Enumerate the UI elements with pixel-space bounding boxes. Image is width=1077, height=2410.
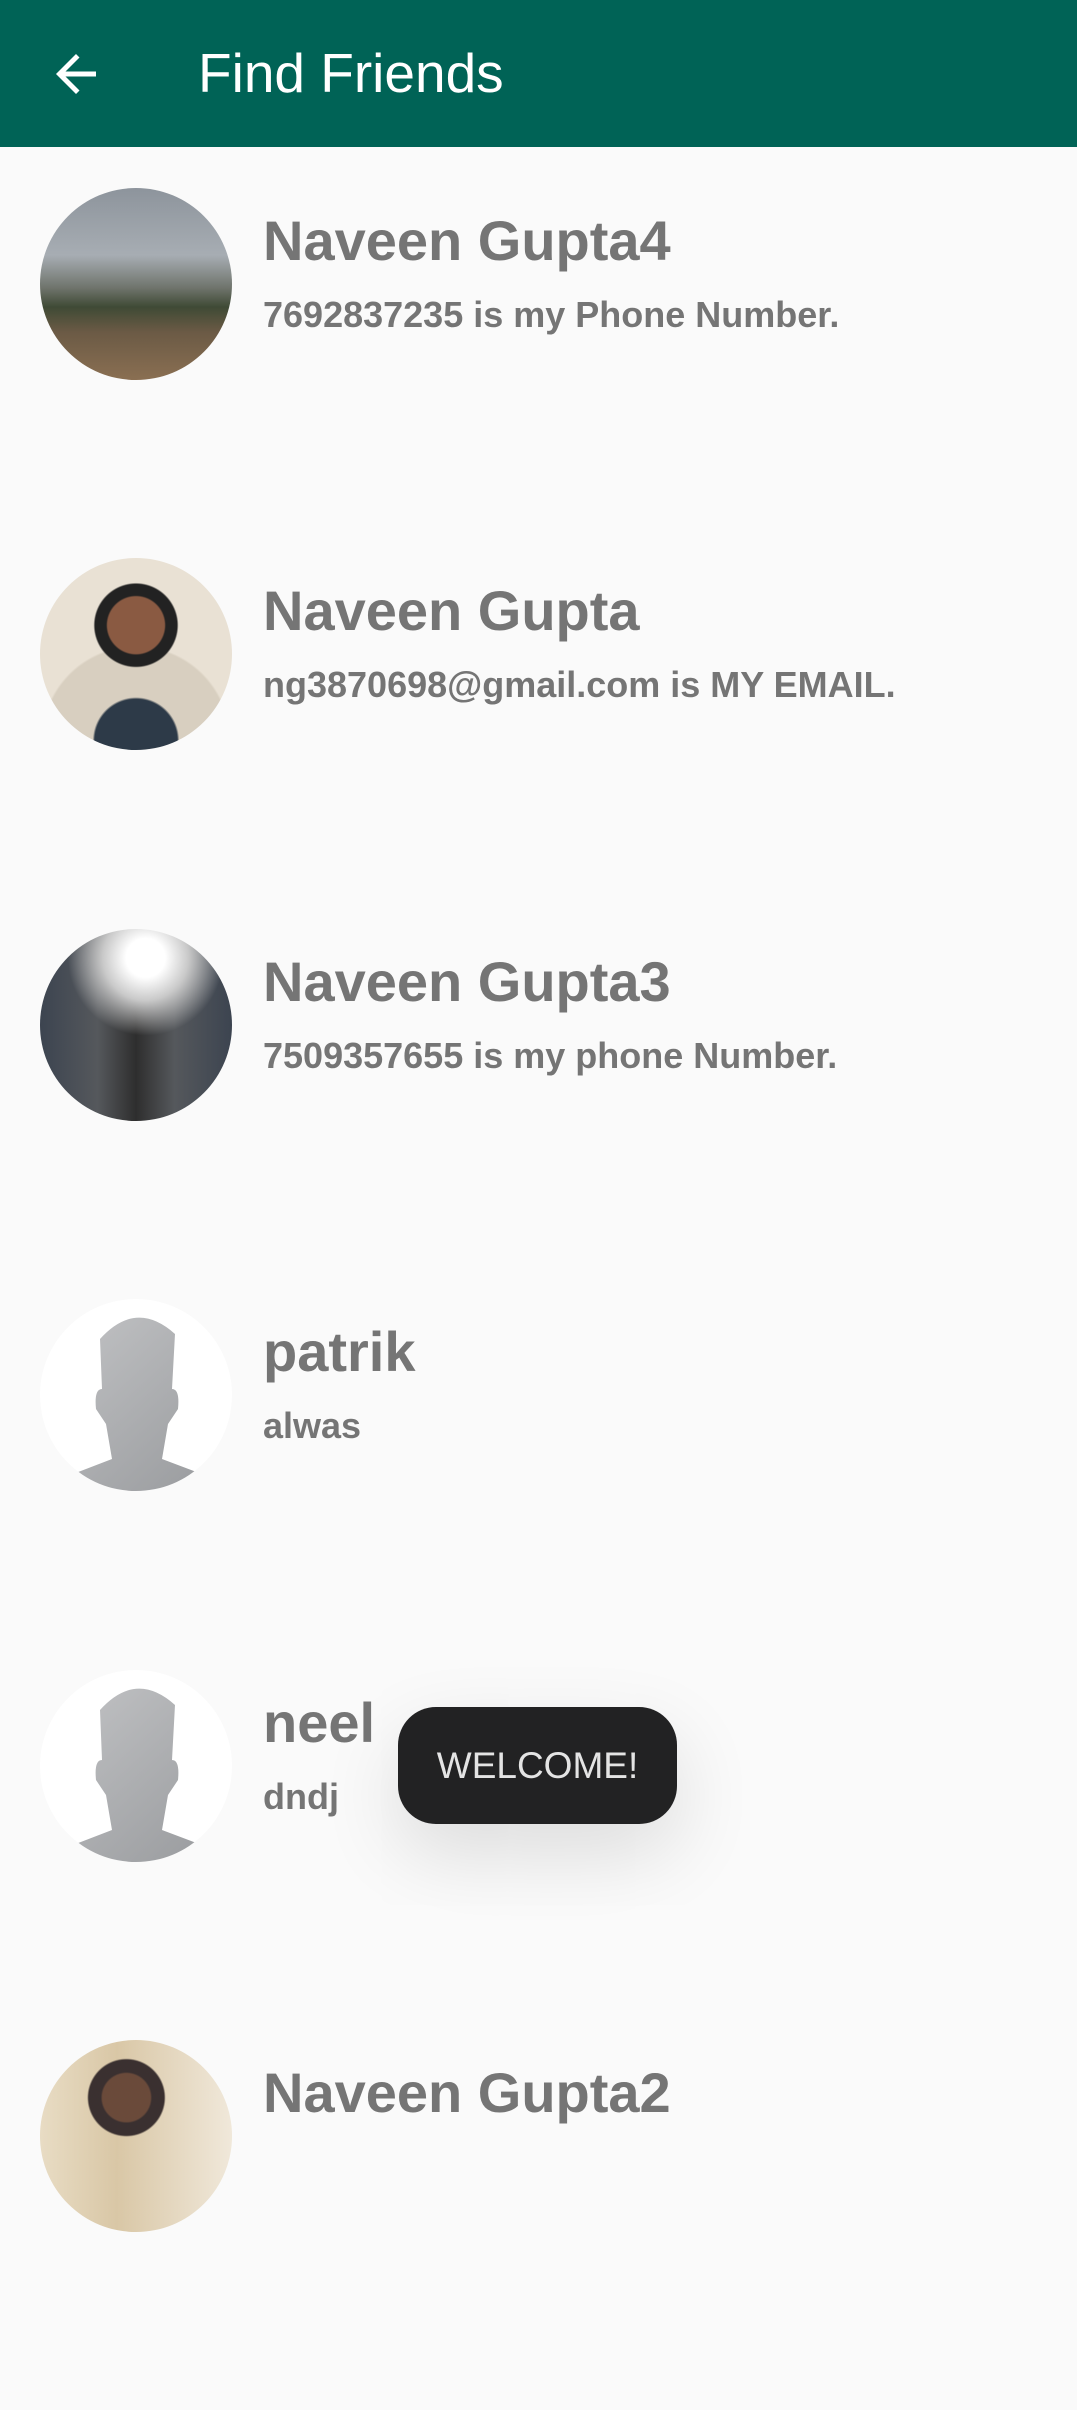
default-profile-icon (40, 1688, 230, 1862)
friend-name: Naveen Gupta3 (263, 950, 671, 1013)
avatar (40, 1299, 232, 1491)
page-title: Find Friends (198, 42, 504, 104)
avatar (40, 2040, 232, 2232)
welcome-toast: WELCOME! (398, 1707, 677, 1824)
avatar (40, 558, 232, 750)
friend-list-item[interactable]: patrik alwas (0, 1299, 1077, 1669)
friend-status: ng3870698@gmail.com is MY EMAIL. (263, 664, 896, 705)
back-button[interactable] (46, 44, 106, 104)
avatar (40, 188, 232, 380)
friend-name: patrik (263, 1320, 416, 1383)
friend-list-item[interactable]: Naveen Gupta2 (0, 2040, 1077, 2410)
friend-name: Naveen Gupta2 (263, 2061, 671, 2124)
friend-name: Naveen Gupta (263, 579, 640, 642)
avatar (40, 1670, 232, 1862)
friend-list-item[interactable]: Naveen Gupta4 7692837235 is my Phone Num… (0, 188, 1077, 558)
friend-list-item[interactable]: Naveen Gupta3 7509357655 is my phone Num… (0, 929, 1077, 1299)
friend-name: neel (263, 1691, 376, 1754)
default-profile-icon (40, 1317, 230, 1491)
friend-status: alwas (263, 1405, 362, 1446)
avatar (40, 929, 232, 1121)
friend-status: 7509357655 is my phone Number. (263, 1035, 838, 1076)
friend-status: dndj (263, 1776, 339, 1817)
app-toolbar: Find Friends (0, 0, 1077, 147)
friend-list-item[interactable]: Naveen Gupta ng3870698@gmail.com is MY E… (0, 558, 1077, 928)
friend-status: 7692837235 is my Phone Number. (263, 294, 840, 335)
friend-name: Naveen Gupta4 (263, 209, 671, 272)
arrow-back-icon (56, 54, 96, 94)
